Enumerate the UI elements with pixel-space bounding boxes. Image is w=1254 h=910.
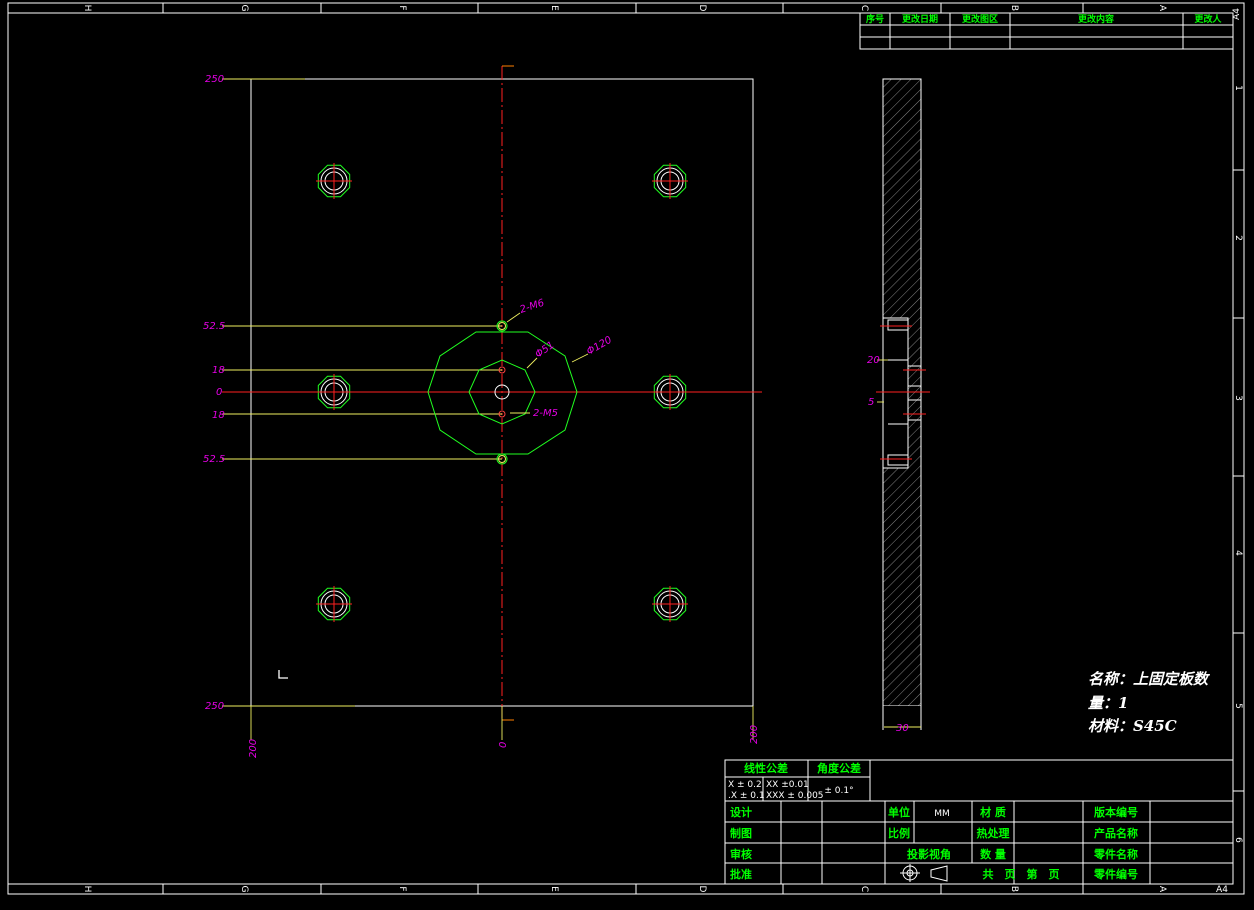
zone-b-bottom: B — [1009, 886, 1019, 892]
zone-row-5: 5 — [1233, 703, 1243, 709]
counterbore-hole-2 — [652, 163, 688, 199]
counterbore-hole-3 — [316, 374, 352, 410]
zone-row-4: 4 — [1233, 550, 1243, 556]
counterbore-hole-4 — [652, 374, 688, 410]
zone-labels-right: 1 2 3 4 5 6 — [1233, 85, 1243, 843]
rev-header-no: 序号 — [866, 13, 884, 25]
left-dimension-labels: 250 52.5 18 0 18 52.5 250 — [203, 74, 225, 712]
callout-2-m6: 2-M6 — [519, 298, 546, 316]
zone-h-bottom: H — [82, 886, 92, 893]
surface-mark — [278, 670, 288, 679]
zone-g-bottom: G — [239, 886, 249, 893]
part-material: 材料：S45C — [1088, 717, 1177, 735]
sheet-size-bottom: A4 — [1216, 885, 1228, 895]
part-name: 名称：上固定板数 — [1088, 670, 1211, 688]
part-info: 名称：上固定板数 量：1 材料：S45C — [1088, 670, 1211, 735]
approve-label: 批准 — [730, 867, 752, 881]
zone-e-bottom: E — [549, 886, 559, 892]
tol-dotx: .X ± 0.1 — [728, 791, 765, 801]
dim-0: 0 — [216, 387, 222, 398]
revision-table: 序号 更改日期 更改图区 更改内容 更改人 — [859, 12, 1234, 50]
dim-52-5-lower: 52.5 — [203, 454, 225, 465]
zone-a-top: A — [1157, 5, 1167, 12]
side-dim-20: 20 — [867, 355, 880, 366]
zone-row-1: 1 — [1233, 85, 1243, 91]
angle-tol-value: ± 0.1° — [824, 786, 853, 796]
tol-x: X ± 0.2 — [728, 780, 762, 790]
angle-tol-label: 角度公差 — [817, 761, 861, 775]
side-pocket — [882, 317, 909, 469]
zone-row-2: 2 — [1233, 235, 1243, 241]
zone-labels-top: H G F E D C B A A4 — [82, 5, 1242, 20]
zone-f-bottom: F — [397, 886, 407, 891]
center-lines — [230, 65, 762, 721]
callout-leaders — [506, 312, 589, 414]
zone-d-bottom: D — [697, 886, 707, 893]
callout-phi51: Φ51 — [533, 340, 556, 361]
dim-18-upper: 18 — [212, 365, 225, 376]
cad-drawing: H G F E D C B A A4 H G F E D C B A A4 1 … — [7, 2, 1245, 895]
zone-a-bottom: A — [1157, 886, 1167, 893]
part-quantity: 量：1 — [1088, 694, 1128, 712]
projection-label: 投影视角 — [907, 847, 951, 861]
heat-label: 热处理 — [977, 826, 1010, 840]
tol-xx: XX ±0.01 — [766, 780, 809, 790]
dim-52-5-upper: 52.5 — [203, 321, 225, 332]
counterbore-hole-6 — [652, 586, 688, 622]
linear-tol-label: 线性公差 — [744, 761, 788, 775]
pages-label: 共 页 第 页 — [983, 867, 1060, 881]
side-view: 20 5 30 — [867, 78, 930, 734]
zone-d-top: D — [697, 5, 707, 12]
dim-left-200: 200 — [248, 739, 259, 758]
draw-label: 制图 — [730, 826, 752, 840]
side-dim-30: 30 — [896, 723, 909, 734]
side-dim-5: 5 — [868, 397, 874, 408]
part-name-label: 零件名称 — [1093, 847, 1138, 861]
bottom-dimension-labels: 200 0 200 — [248, 725, 760, 758]
product-label: 产品名称 — [1094, 826, 1138, 840]
unit-value: MM — [934, 809, 950, 819]
part-no-label: 零件编号 — [1093, 867, 1138, 881]
dim-right-200: 200 — [749, 725, 760, 744]
unit-label: 单位 — [888, 805, 910, 819]
zone-row-3: 3 — [1233, 395, 1243, 401]
design-label: 设计 — [730, 805, 752, 819]
ratio-label: 比例 — [888, 826, 910, 840]
callout-phi120: Φ120 — [585, 335, 614, 358]
title-block: 线性公差 角度公差 X ± 0.2 XX ±0.01 .X ± 0.1 XXX … — [724, 759, 1234, 885]
dimension-lines — [222, 78, 754, 740]
tol-xxx: XXX ± 0.005 — [766, 791, 824, 801]
zone-b-top: B — [1009, 5, 1019, 11]
zone-g-top: G — [239, 5, 249, 12]
review-label: 审核 — [730, 847, 752, 861]
zone-e-top: E — [549, 5, 559, 11]
rev-header-date: 更改日期 — [902, 13, 938, 25]
front-view: 250 52.5 18 0 18 52.5 250 200 0 200 2-M6… — [203, 65, 762, 758]
version-label: 版本编号 — [1094, 805, 1138, 819]
rev-header-content: 更改内容 — [1078, 13, 1114, 25]
zone-c-bottom: C — [859, 886, 869, 892]
dim-bottom-250: 250 — [205, 701, 224, 712]
rev-header-by: 更改人 — [1194, 13, 1222, 25]
dim-18-lower: 18 — [212, 410, 225, 421]
material-label: 材 质 — [980, 805, 1006, 819]
zone-row-6: 6 — [1233, 837, 1243, 843]
zone-c-top: C — [859, 5, 869, 11]
rev-header-zone: 更改图区 — [962, 13, 998, 25]
counterbore-hole-1 — [316, 163, 352, 199]
dim-top-250: 250 — [205, 74, 224, 85]
callout-2-m5: 2-M5 — [533, 408, 558, 419]
counterbore-hole-5 — [316, 586, 352, 622]
zone-h-top: H — [82, 5, 92, 12]
zone-f-top: F — [397, 5, 407, 10]
quantity-label: 数 量 — [980, 847, 1006, 861]
dim-center-0: 0 — [498, 742, 509, 748]
projection-symbol — [900, 864, 948, 882]
